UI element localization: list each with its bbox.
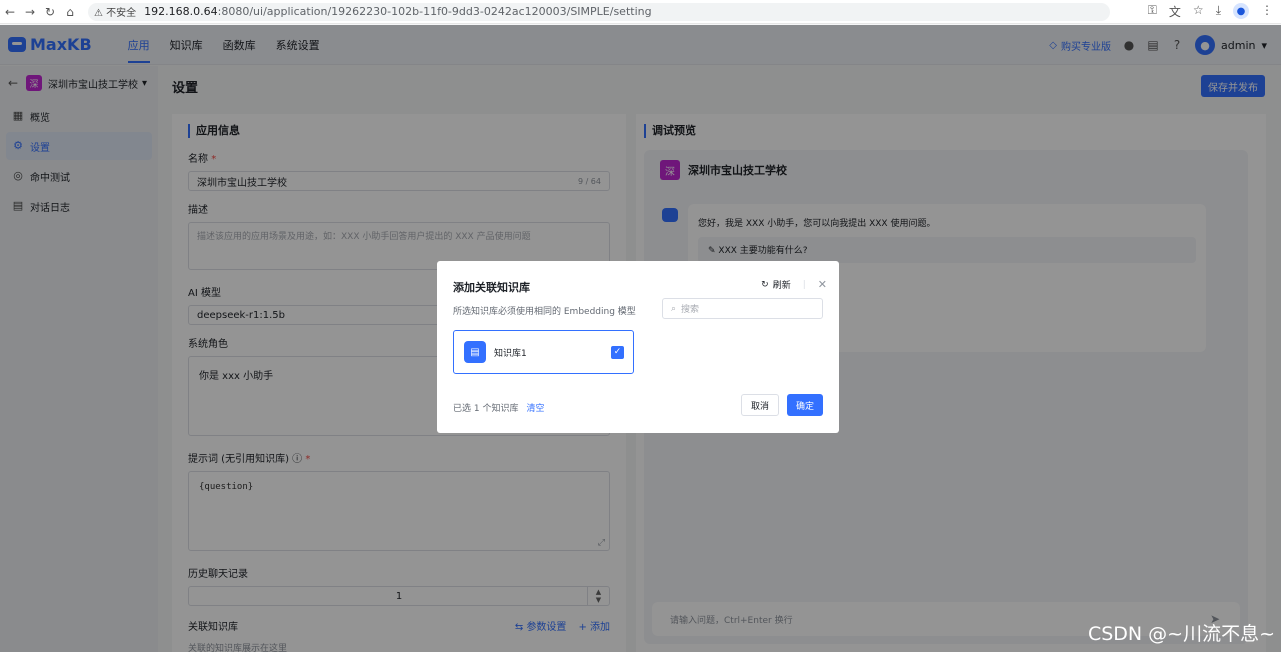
- profile-icon[interactable]: ●: [1233, 3, 1249, 19]
- refresh-button[interactable]: ↻ 刷新: [761, 278, 791, 292]
- bookmark-star-icon[interactable]: ☆: [1193, 3, 1204, 20]
- close-icon[interactable]: ✕: [818, 278, 827, 291]
- modal-title: 添加关联知识库: [453, 281, 530, 294]
- kb-search-input[interactable]: ⌕ 搜索: [662, 298, 823, 319]
- kb-card[interactable]: ▤ 知识库1 ✓: [453, 330, 634, 374]
- more-menu-icon[interactable]: ⋮: [1261, 3, 1273, 20]
- confirm-button[interactable]: 确定: [786, 394, 823, 416]
- kb-card-name: 知识库1: [494, 348, 527, 359]
- selected-count: 已选 1 个知识库: [453, 404, 519, 414]
- refresh-icon: ↻: [761, 279, 769, 290]
- search-icon: ⌕: [671, 303, 677, 314]
- kb-document-icon: ▤: [464, 341, 486, 363]
- translate-icon[interactable]: 文: [1169, 3, 1181, 20]
- url-host: 192.168.0.64: [144, 5, 218, 18]
- cancel-button[interactable]: 取消: [740, 394, 779, 416]
- insecure-warning[interactable]: ⚠ 不安全: [94, 4, 136, 19]
- address-bar[interactable]: ⚠ 不安全 192.168.0.64:8080/ui/application/1…: [88, 2, 1110, 21]
- back-arrow-icon[interactable]: ←: [0, 5, 20, 19]
- url-path: :8080/ui/application/19262230-102b-11f0-…: [217, 5, 652, 18]
- download-icon[interactable]: ⤓: [1216, 3, 1221, 20]
- password-key-icon[interactable]: ⚿: [1148, 3, 1157, 20]
- modal-subtitle: 所选知识库必须使用相同的 Embedding 模型: [453, 307, 636, 317]
- divider: |: [802, 279, 806, 290]
- add-kb-modal: 添加关联知识库 ↻ 刷新 | ✕ 所选知识库必须使用相同的 Embedding 模…: [437, 261, 839, 433]
- reload-icon[interactable]: ↻: [40, 5, 60, 19]
- home-icon[interactable]: ⌂: [60, 5, 80, 19]
- browser-toolbar: ← → ↻ ⌂ ⚠ 不安全 192.168.0.64:8080/ui/appli…: [0, 0, 1281, 24]
- browser-actions: ⚿ 文 ☆ ⤓ ● ⋮: [1148, 3, 1273, 20]
- kb-checkbox[interactable]: ✓: [611, 346, 624, 359]
- forward-arrow-icon[interactable]: →: [20, 5, 40, 19]
- watermark: CSDN @~川流不息~: [1087, 623, 1275, 645]
- clear-link[interactable]: 清空: [526, 401, 544, 414]
